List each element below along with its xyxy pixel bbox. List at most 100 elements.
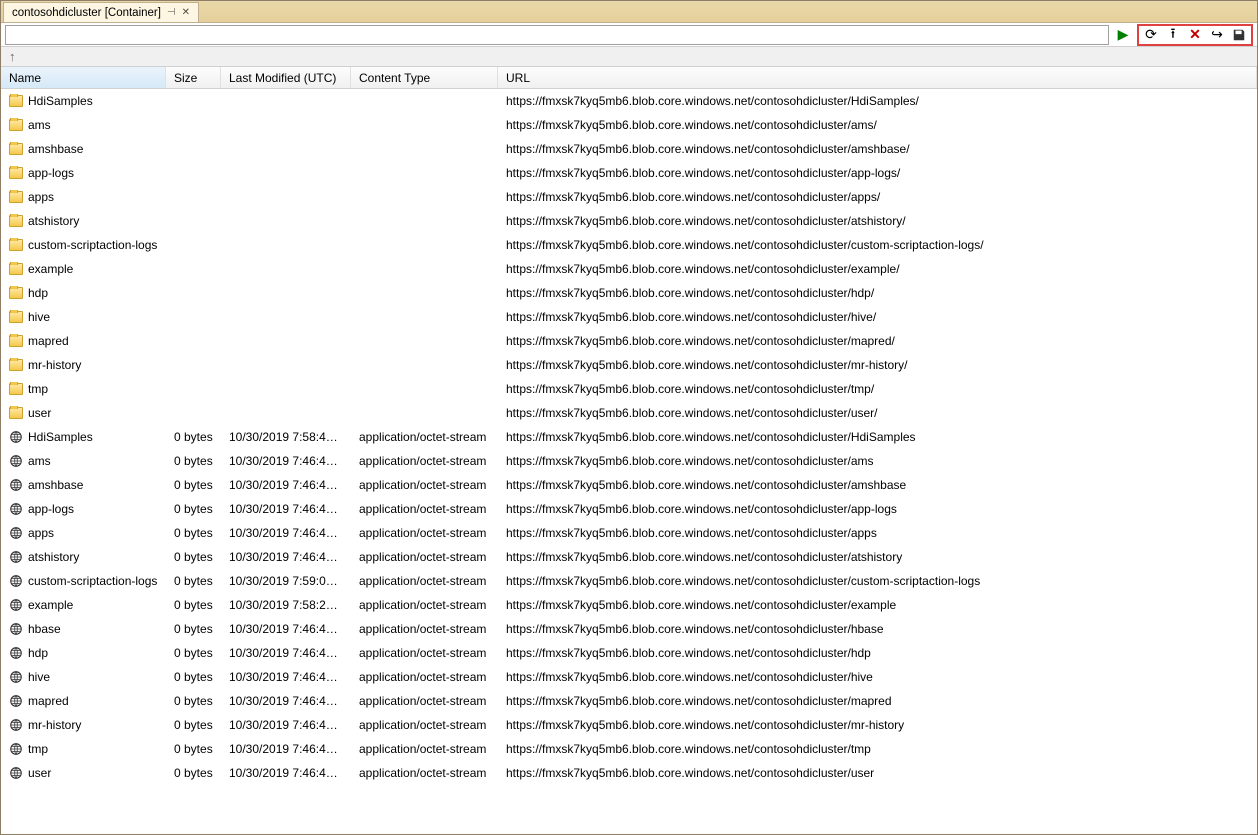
folder-icon: [9, 311, 23, 323]
item-modified: 10/30/2019 7:46:48 PM: [221, 478, 351, 492]
nav-row: ↑: [1, 47, 1257, 67]
path-input[interactable]: [5, 25, 1109, 45]
blob-icon: [9, 622, 23, 636]
table-row[interactable]: hbase0 bytes10/30/2019 7:46:48 PMapplica…: [1, 617, 1257, 641]
tab-container[interactable]: contosohdicluster [Container] ⊣ ✕: [3, 2, 199, 22]
table-row[interactable]: appshttps://fmxsk7kyq5mb6.blob.core.wind…: [1, 185, 1257, 209]
item-name: custom-scriptaction-logs: [28, 238, 157, 252]
pin-icon[interactable]: ⊣: [167, 7, 176, 18]
item-name: ams: [28, 454, 51, 468]
table-row[interactable]: atshistory0 bytes10/30/2019 7:46:48 PMap…: [1, 545, 1257, 569]
item-name: app-logs: [28, 502, 74, 516]
table-row[interactable]: example0 bytes10/30/2019 7:58:25 PMappli…: [1, 593, 1257, 617]
item-type: application/octet-stream: [351, 742, 498, 756]
item-type: application/octet-stream: [351, 598, 498, 612]
item-url: https://fmxsk7kyq5mb6.blob.core.windows.…: [498, 166, 1257, 180]
item-url: https://fmxsk7kyq5mb6.blob.core.windows.…: [498, 454, 1257, 468]
table-row[interactable]: app-logs0 bytes10/30/2019 7:46:48 PMappl…: [1, 497, 1257, 521]
execute-icon[interactable]: ▶: [1113, 25, 1133, 45]
item-modified: 10/30/2019 7:46:48 PM: [221, 646, 351, 660]
table-row[interactable]: tmphttps://fmxsk7kyq5mb6.blob.core.windo…: [1, 377, 1257, 401]
save-icon[interactable]: [1229, 25, 1249, 45]
item-name: app-logs: [28, 166, 74, 180]
table-row[interactable]: tmp 0 bytes10/30/2019 7:46:49 PMapplicati…: [1, 737, 1257, 761]
item-size: 0 bytes: [166, 670, 221, 684]
item-modified: 10/30/2019 7:46:48 PM: [221, 670, 351, 684]
folder-icon: [9, 119, 23, 131]
table-row[interactable]: custom-scriptaction-logs0 bytes10/30/201…: [1, 569, 1257, 593]
close-icon[interactable]: ✕: [182, 7, 190, 18]
header-modified[interactable]: Last Modified (UTC): [221, 67, 351, 88]
item-type: application/octet-stream: [351, 766, 498, 780]
table-row[interactable]: hive0 bytes10/30/2019 7:46:48 PMapplicat…: [1, 665, 1257, 689]
item-type: application/octet-stream: [351, 718, 498, 732]
item-type: application/octet-stream: [351, 478, 498, 492]
item-name: hdp: [28, 286, 48, 300]
folder-icon: [9, 287, 23, 299]
item-url: https://fmxsk7kyq5mb6.blob.core.windows.…: [498, 598, 1257, 612]
item-url: https://fmxsk7kyq5mb6.blob.core.windows.…: [498, 670, 1257, 684]
item-name: tmp: [28, 742, 48, 756]
table-row[interactable]: mr-historyhttps://fmxsk7kyq5mb6.blob.cor…: [1, 353, 1257, 377]
table-row[interactable]: hdphttps://fmxsk7kyq5mb6.blob.core.windo…: [1, 281, 1257, 305]
table-row[interactable]: mapredhttps://fmxsk7kyq5mb6.blob.core.wi…: [1, 329, 1257, 353]
blob-icon: [9, 478, 23, 492]
item-type: application/octet-stream: [351, 454, 498, 468]
item-name: HdiSamples: [28, 430, 93, 444]
item-type: application/octet-stream: [351, 430, 498, 444]
item-type: application/octet-stream: [351, 622, 498, 636]
item-size: 0 bytes: [166, 742, 221, 756]
table-row[interactable]: examplehttps://fmxsk7kyq5mb6.blob.core.w…: [1, 257, 1257, 281]
blob-icon: [9, 646, 23, 660]
table-row[interactable]: amshbasehttps://fmxsk7kyq5mb6.blob.core.…: [1, 137, 1257, 161]
table-row[interactable]: amshbase0 bytes10/30/2019 7:46:48 PMappl…: [1, 473, 1257, 497]
refresh-icon[interactable]: ⟳: [1141, 25, 1161, 45]
table-row[interactable]: userhttps://fmxsk7kyq5mb6.blob.core.wind…: [1, 401, 1257, 425]
table-row[interactable]: user0 bytes10/30/2019 7:46:49 PMapplicat…: [1, 761, 1257, 785]
item-url: https://fmxsk7kyq5mb6.blob.core.windows.…: [498, 238, 1257, 252]
blob-icon: [9, 718, 23, 732]
item-size: 0 bytes: [166, 694, 221, 708]
item-url: https://fmxsk7kyq5mb6.blob.core.windows.…: [498, 526, 1257, 540]
table-row[interactable]: app-logs https://fmxsk7kyq5mb6.blob.core.…: [1, 161, 1257, 185]
item-name: hdp: [28, 646, 48, 660]
table-row[interactable]: HdiSamples0 bytes10/30/2019 7:58:47 PMap…: [1, 425, 1257, 449]
blob-icon: [9, 574, 23, 588]
table-row[interactable]: atshistoryhttps://fmxsk7kyq5mb6.blob.cor…: [1, 209, 1257, 233]
table-row[interactable]: apps0 bytes10/30/2019 7:46:48 PMapplicat…: [1, 521, 1257, 545]
item-size: 0 bytes: [166, 766, 221, 780]
item-size: 0 bytes: [166, 430, 221, 444]
table-row[interactable]: mr-history0 bytes10/30/2019 7:46:49 PMap…: [1, 713, 1257, 737]
up-icon[interactable]: ↑: [9, 49, 16, 64]
header-name[interactable]: Name: [1, 67, 166, 88]
table-row[interactable]: mapred0 bytes10/30/2019 7:46:49 PMapplic…: [1, 689, 1257, 713]
item-type: application/octet-stream: [351, 502, 498, 516]
item-name: HdiSamples: [28, 94, 93, 108]
item-name: tmp: [28, 382, 48, 396]
table-row[interactable]: hdp0 bytes10/30/2019 7:46:48 PMapplicati…: [1, 641, 1257, 665]
item-modified: 10/30/2019 7:46:48 PM: [221, 550, 351, 564]
item-url: https://fmxsk7kyq5mb6.blob.core.windows.…: [498, 118, 1257, 132]
item-url: https://fmxsk7kyq5mb6.blob.core.windows.…: [498, 430, 1257, 444]
folder-icon: [9, 263, 23, 275]
folder-icon: [9, 239, 23, 251]
table-row[interactable]: HdiSampleshttps://fmxsk7kyq5mb6.blob.cor…: [1, 89, 1257, 113]
table-row[interactable]: hivehttps://fmxsk7kyq5mb6.blob.core.wind…: [1, 305, 1257, 329]
item-modified: 10/30/2019 7:59:03 PM: [221, 574, 351, 588]
header-type[interactable]: Content Type: [351, 67, 498, 88]
table-row[interactable]: ams0 bytes10/30/2019 7:46:48 PMapplicati…: [1, 449, 1257, 473]
header-url[interactable]: URL: [498, 67, 1257, 88]
table-row[interactable]: custom-scriptaction-logs https://fmxsk7ky…: [1, 233, 1257, 257]
item-url: https://fmxsk7kyq5mb6.blob.core.windows.…: [498, 766, 1257, 780]
header-size[interactable]: Size: [166, 67, 221, 88]
item-name: apps: [28, 190, 54, 204]
table-row[interactable]: amshttps://fmxsk7kyq5mb6.blob.core.windo…: [1, 113, 1257, 137]
upload-icon[interactable]: ⭱: [1163, 25, 1183, 45]
rows-container[interactable]: HdiSamples https://fmxsk7kyq5mb6.blob.cor…: [1, 89, 1257, 834]
open-icon[interactable]: ↪: [1207, 25, 1227, 45]
delete-icon[interactable]: ✕: [1185, 25, 1205, 45]
item-size: 0 bytes: [166, 526, 221, 540]
item-url: https://fmxsk7kyq5mb6.blob.core.windows.…: [498, 310, 1257, 324]
item-modified: 10/30/2019 7:46:49 PM: [221, 742, 351, 756]
item-name: example: [28, 598, 73, 612]
